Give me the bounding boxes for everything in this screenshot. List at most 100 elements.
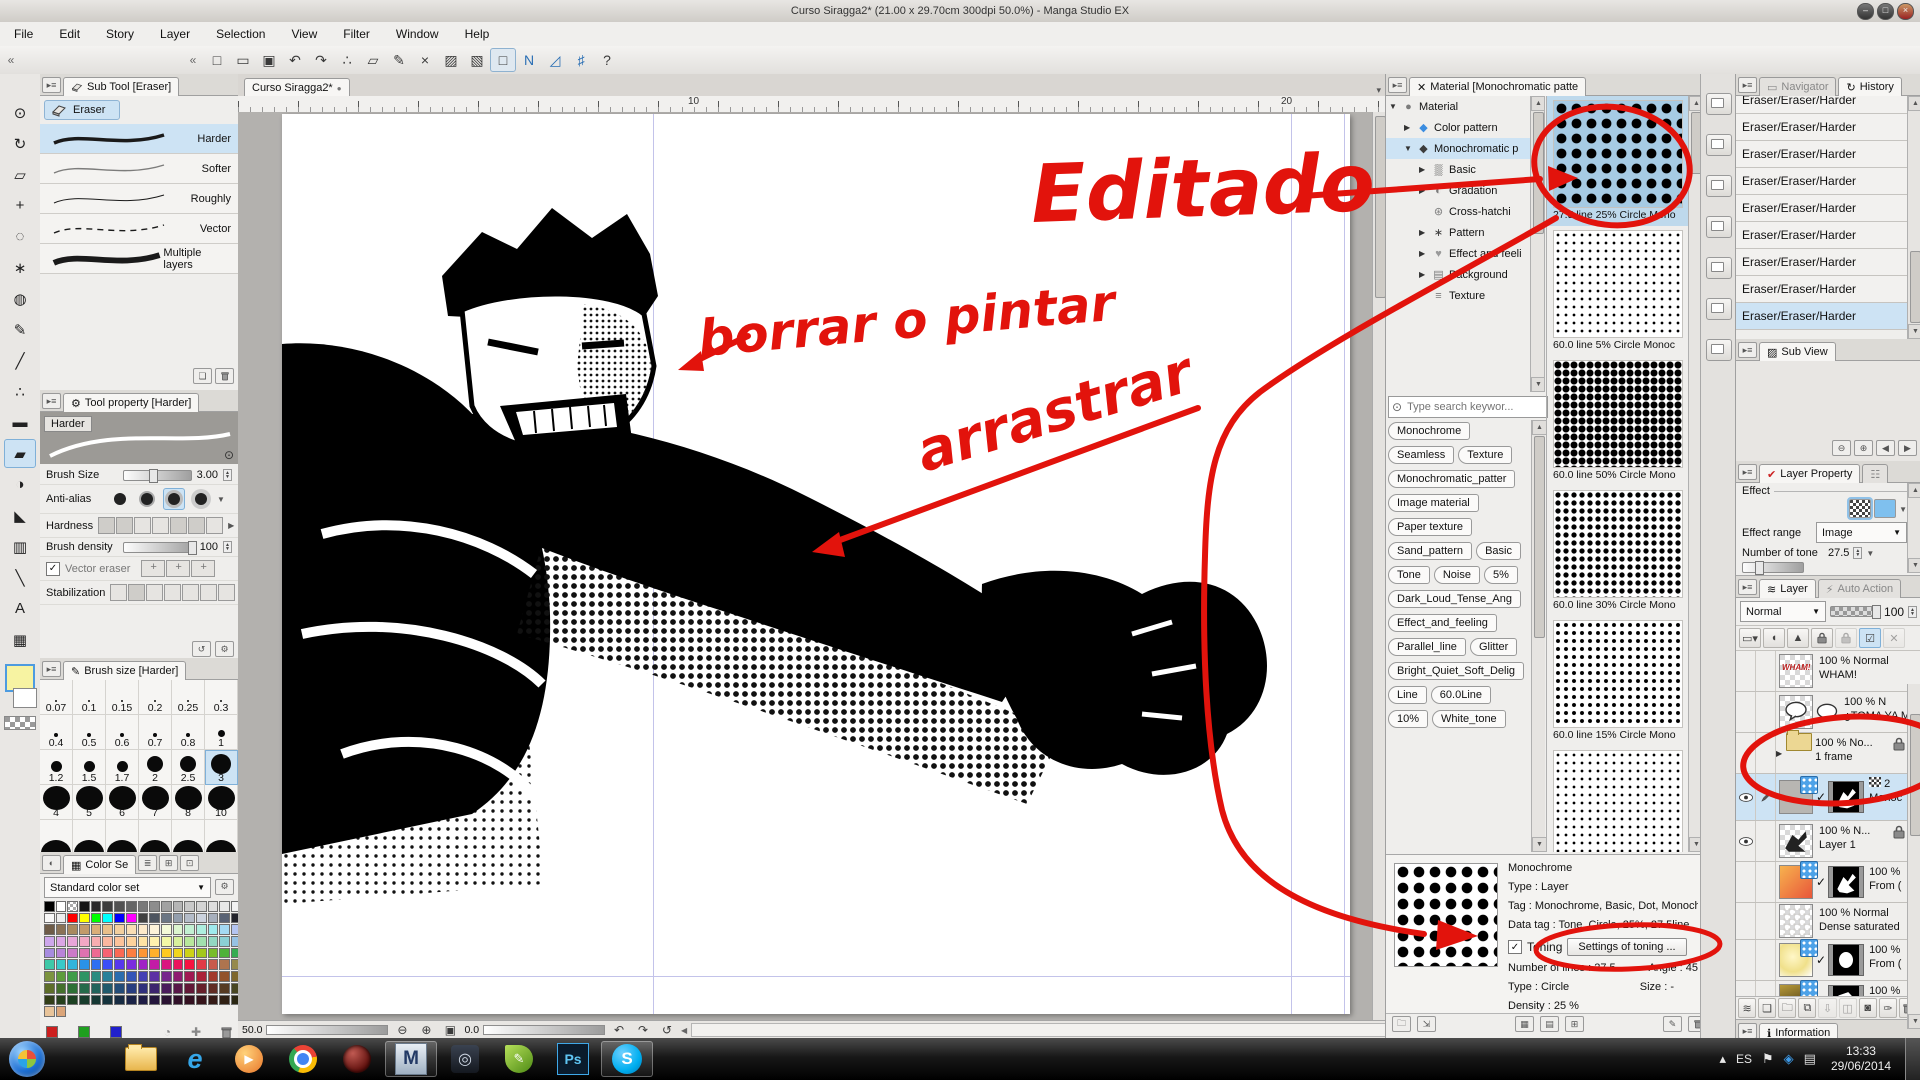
color-swatch[interactable] [208,983,219,994]
material-tag[interactable]: Noise [1434,566,1480,584]
skype-taskbar-button[interactable]: S [601,1041,653,1077]
subview-zoom-in-icon[interactable]: ⊕ [1854,440,1873,456]
maximize-button[interactable]: □ [1877,3,1894,20]
color-swatch[interactable] [219,971,230,982]
color-swatch[interactable] [102,971,113,982]
color-swatch[interactable] [44,948,55,959]
anti-alias-weak-button[interactable] [136,488,158,510]
fill-tool-icon[interactable]: ◣ [4,501,36,530]
color-swatch[interactable] [219,936,230,947]
history-item[interactable]: Eraser/Eraser/Harder [1736,249,1908,276]
color-swatch[interactable] [208,924,219,935]
delete-subtool-icon[interactable] [215,368,234,384]
color-history-tab-icon[interactable]: ⊡ [180,855,199,871]
material-tag[interactable]: Image material [1388,494,1479,512]
color-swatch[interactable] [67,1006,78,1017]
reset-tool-icon[interactable]: ↺ [192,641,211,657]
material-tag[interactable]: White_tone [1432,710,1506,728]
brush-size-cell[interactable]: 0.6 [106,715,139,750]
color-swatch[interactable] [91,959,102,970]
layers-scroll-down-icon[interactable]: ▼ [1908,1014,1920,1029]
panel-menu-icon[interactable]: ▸≡ [1738,464,1757,480]
subview-tab[interactable]: ▨ Sub View [1759,342,1836,361]
color-swatch[interactable] [114,913,125,924]
color-swatch[interactable] [161,971,172,982]
color-swatch[interactable] [79,948,90,959]
color-swatch[interactable] [184,913,195,924]
grid-view-icon[interactable]: ▦ [1515,1016,1534,1032]
color-swatch[interactable] [196,995,207,1006]
canvas-viewport[interactable] [238,112,1372,1020]
color-swatch[interactable] [67,901,78,912]
color-swatch[interactable] [196,913,207,924]
brush-size-cell[interactable]: 0.1 [73,680,106,715]
brush-size-cell[interactable]: 2 [139,750,172,785]
color-swatch[interactable] [126,901,137,912]
layer-row[interactable]: 100 % N...Layer 1 [1736,821,1908,862]
color-swatch[interactable] [173,901,184,912]
hscroll-left-icon[interactable]: ◀ [681,1026,687,1035]
color-swatch[interactable] [44,971,55,982]
color-swatch[interactable] [196,936,207,947]
tree-arrow-icon[interactable]: ▶ [1419,165,1428,174]
tone-stepper[interactable]: ▲▼ [1853,547,1862,559]
brush-size-cell[interactable] [205,820,238,852]
brush-size-slider[interactable] [123,470,192,481]
menu-item[interactable]: Window [396,27,439,41]
material-tag[interactable]: Effect_and_feeling [1388,614,1497,632]
color-swatch[interactable] [138,971,149,982]
color-swatch[interactable] [114,1006,125,1017]
color-swatch[interactable] [149,913,160,924]
gradient-tool-icon[interactable]: ▥ [4,532,36,561]
history-item[interactable]: Eraser/Eraser/Harder [1736,195,1908,222]
subtool-item[interactable]: Roughly [40,184,238,214]
material-item[interactable]: 60.0 line 15% Circle Mono [1547,616,1689,746]
color-swatch[interactable] [114,948,125,959]
color-swatch[interactable] [208,1006,219,1017]
internet-explorer-taskbar-button[interactable]: e [169,1041,221,1077]
color-swatch[interactable] [56,995,67,1006]
undo-icon[interactable]: ↶ [282,48,308,72]
redo-icon[interactable]: ↷ [308,48,334,72]
mask-icon[interactable]: ◙ [1859,998,1877,1018]
color-swatch[interactable] [138,913,149,924]
vector-eraser-checkbox[interactable]: ✓ [46,562,60,576]
menu-item[interactable]: Help [465,27,490,41]
tree-arrow-icon[interactable]: ▶ [1404,123,1413,132]
toolprop-panel-tab[interactable]: ⚙ Tool property [Harder] [63,393,199,412]
eraser-tool-icon[interactable]: ▰ [4,439,36,468]
brush-size-cell[interactable]: 3 [205,750,238,785]
material-tag[interactable]: 10% [1388,710,1428,728]
color-swatch[interactable] [56,948,67,959]
snap-ruler-icon[interactable]: N [516,48,542,72]
save-icon[interactable]: ▣ [256,48,282,72]
tags-scroll-down-icon[interactable]: ▼ [1532,837,1547,852]
layer-color-button[interactable]: ▭▾ [1739,628,1761,648]
color-swatch[interactable] [91,901,102,912]
paste-material-icon[interactable]: ✎ [1663,1016,1682,1032]
color-swatch[interactable] [149,995,160,1006]
material-search-input[interactable] [1405,400,1529,414]
color-swatch[interactable] [79,959,90,970]
color-swatch[interactable] [173,1006,184,1017]
color-swatch[interactable] [219,948,230,959]
add-color-icon[interactable]: ✚ [191,1025,201,1039]
color-swatch[interactable] [126,983,137,994]
folder-expand-icon[interactable]: ▶ [1776,749,1782,758]
drag-material-button[interactable] [1706,216,1732,238]
color-swatch[interactable] [114,959,125,970]
color-swatch[interactable] [79,913,90,924]
brush-size-cell[interactable]: 0.3 [205,680,238,715]
layer-row[interactable]: WHAM! 100 % NormalWHAM! [1736,651,1908,692]
color-swatch[interactable] [67,936,78,947]
material-tag[interactable]: Monochromatic_patter [1388,470,1515,488]
color-swatch[interactable] [208,971,219,982]
color-swatch[interactable] [126,913,137,924]
airbrush-tool-icon[interactable]: ∴ [4,377,36,406]
material-tree-item[interactable]: ▶ ◐ Gradation [1386,180,1544,201]
brush-size-cell[interactable] [40,820,73,852]
text-tool-icon[interactable]: A [4,594,36,623]
opacity-slider[interactable] [1830,606,1880,617]
dropbox-tray-icon[interactable]: ◈ [1784,1051,1794,1067]
color-swatch[interactable] [56,913,67,924]
